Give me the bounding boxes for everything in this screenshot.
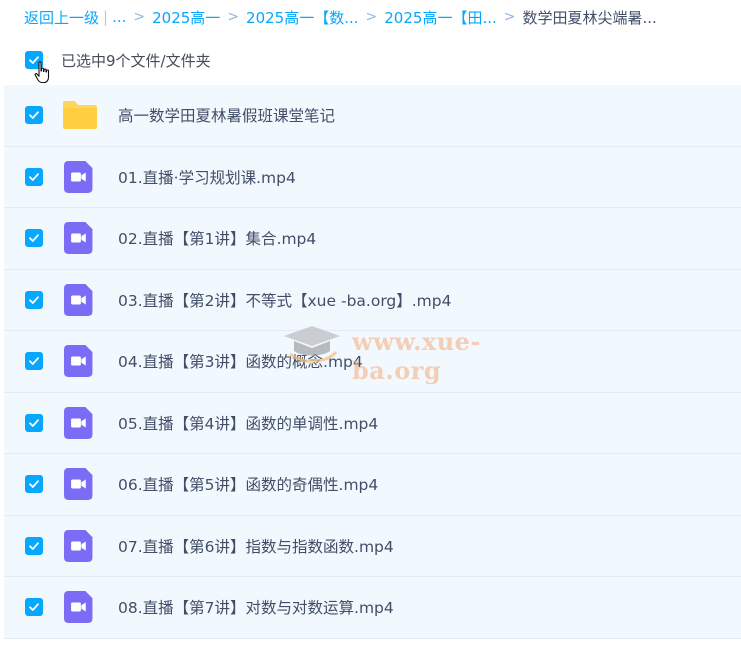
file-checkbox[interactable] bbox=[25, 106, 43, 125]
checkmark-icon bbox=[29, 357, 39, 366]
file-name[interactable]: 07.直播【第6讲】指数与指数函数.mp4 bbox=[118, 535, 394, 557]
video-icon bbox=[62, 589, 98, 625]
breadcrumb-item-3[interactable]: 2025高一【田... bbox=[384, 7, 496, 28]
file-checkbox[interactable] bbox=[25, 536, 43, 555]
checkmark-icon bbox=[29, 603, 39, 612]
file-row[interactable]: 05.直播【第4讲】函数的单调性.mp4 bbox=[4, 392, 741, 454]
file-row[interactable]: 02.直播【第1讲】集合.mp4 bbox=[4, 208, 741, 270]
chevron-right-icon: > bbox=[227, 9, 240, 25]
video-icon bbox=[62, 343, 98, 379]
breadcrumb-current: 数学田夏林尖端暑... bbox=[522, 8, 657, 27]
back-link[interactable]: 返回上一级 bbox=[24, 7, 99, 28]
file-row[interactable]: 03.直播【第2讲】不等式【xue -ba.org】.mp4 bbox=[4, 269, 741, 331]
file-checkbox[interactable] bbox=[25, 167, 43, 186]
chevron-right-icon: > bbox=[365, 9, 378, 25]
file-row[interactable]: 06.直播【第5讲】函数的奇偶性.mp4 bbox=[4, 454, 741, 516]
breadcrumb: 返回上一级 | ... > 2025高一 > 2025高一【数... > 202… bbox=[0, 0, 741, 34]
file-checkbox[interactable] bbox=[25, 598, 43, 617]
checkmark-icon bbox=[29, 480, 39, 489]
video-icon bbox=[62, 282, 98, 318]
breadcrumb-divider: | bbox=[103, 8, 109, 26]
checkmark-icon bbox=[29, 542, 39, 550]
video-icon bbox=[62, 220, 98, 256]
checkmark-icon bbox=[29, 173, 39, 181]
file-name[interactable]: 02.直播【第1讲】集合.mp4 bbox=[118, 227, 316, 249]
file-row[interactable]: 04.直播【第3讲】函数的概念.mp4 bbox=[4, 331, 741, 393]
file-checkbox[interactable] bbox=[25, 475, 43, 494]
chevron-right-icon: > bbox=[503, 9, 516, 25]
file-name[interactable]: 高一数学田夏林暑假班课堂笔记 bbox=[118, 104, 335, 126]
file-name[interactable]: 05.直播【第4讲】函数的单调性.mp4 bbox=[118, 412, 378, 434]
checkmark-icon bbox=[29, 111, 39, 120]
file-checkbox[interactable] bbox=[25, 290, 43, 309]
breadcrumb-item-1[interactable]: 2025高一 bbox=[152, 7, 220, 28]
folder-icon bbox=[62, 97, 98, 133]
checkmark-icon bbox=[29, 419, 39, 427]
hand-cursor-icon bbox=[34, 61, 50, 84]
file-name[interactable]: 06.直播【第5讲】函数的奇偶性.mp4 bbox=[118, 473, 378, 495]
file-name[interactable]: 01.直播·学习规划课.mp4 bbox=[118, 166, 296, 188]
file-name[interactable]: 03.直播【第2讲】不等式【xue -ba.org】.mp4 bbox=[118, 289, 451, 311]
file-name[interactable]: 04.直播【第3讲】函数的概念.mp4 bbox=[118, 350, 363, 372]
file-row[interactable]: 高一数学田夏林暑假班课堂笔记 bbox=[4, 85, 741, 147]
chevron-right-icon: > bbox=[133, 9, 146, 25]
checkmark-icon bbox=[29, 296, 39, 304]
file-row[interactable]: 08.直播【第7讲】对数与对数运算.mp4 bbox=[4, 577, 741, 639]
file-checkbox[interactable] bbox=[25, 413, 43, 432]
file-checkbox[interactable] bbox=[25, 229, 43, 248]
video-icon bbox=[62, 159, 98, 195]
file-row[interactable]: 01.直播·学习规划课.mp4 bbox=[4, 146, 741, 208]
video-icon bbox=[62, 528, 98, 564]
checkmark-icon bbox=[29, 234, 39, 243]
file-list: 高一数学田夏林暑假班课堂笔记 01.直播·学习规划课.mp4 02.直播【第1讲】集… bbox=[4, 85, 741, 639]
video-icon bbox=[62, 405, 98, 441]
file-checkbox[interactable] bbox=[25, 352, 43, 371]
selection-bar: 已选中9个文件/文件夹 bbox=[0, 42, 741, 78]
breadcrumb-ellipsis[interactable]: ... bbox=[112, 8, 126, 26]
video-icon bbox=[62, 466, 98, 502]
file-name[interactable]: 08.直播【第7讲】对数与对数运算.mp4 bbox=[118, 596, 394, 618]
selection-count-label: 已选中9个文件/文件夹 bbox=[61, 51, 211, 70]
file-row[interactable]: 07.直播【第6讲】指数与指数函数.mp4 bbox=[4, 515, 741, 577]
breadcrumb-item-2[interactable]: 2025高一【数... bbox=[246, 7, 358, 28]
